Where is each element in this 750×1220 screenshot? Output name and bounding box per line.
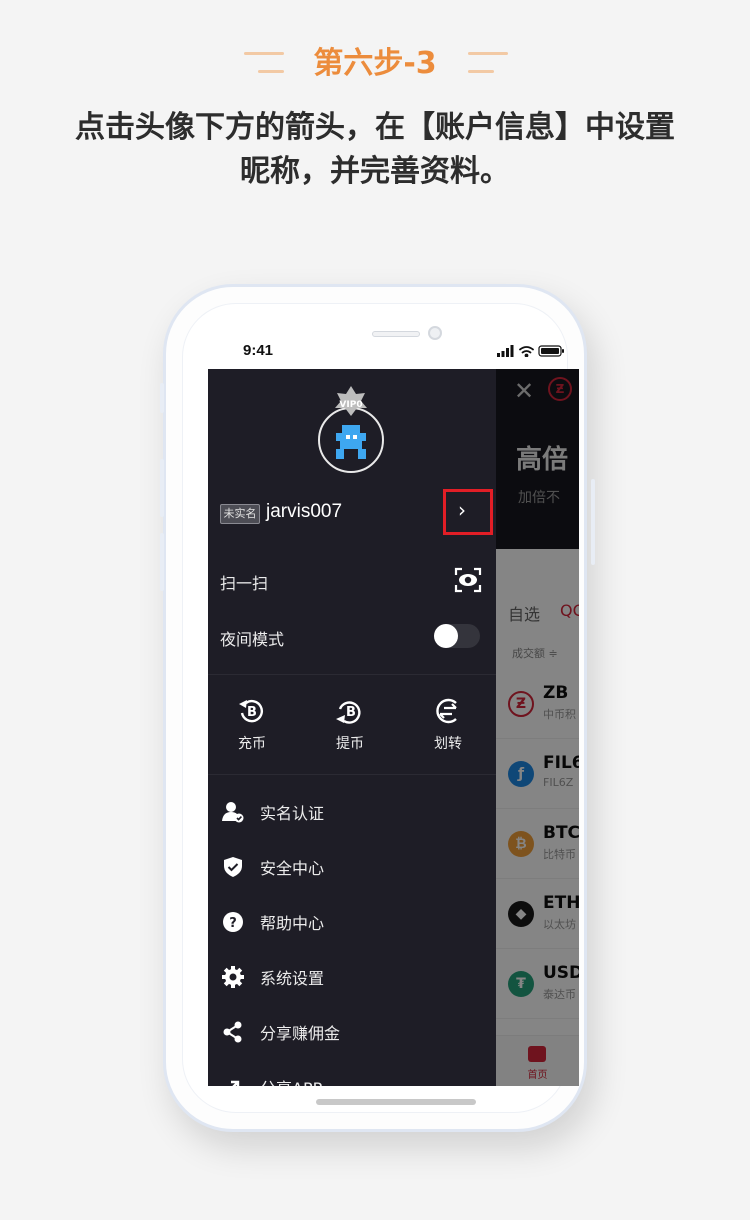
phone-volume-up-button [160,459,164,517]
svg-text:B: B [247,705,257,720]
phone-mute-button [160,383,164,413]
step-header: 第六步-3 [0,44,750,84]
withdraw-icon: B [336,701,361,724]
account-info-arrow-button[interactable]: › [443,489,493,535]
front-camera [428,326,442,340]
menu-item-label: 分享赚佣金 [260,1024,341,1043]
menu-item-label: 分享APP [260,1075,322,1086]
drawer-overlay[interactable] [496,369,579,1086]
night-mode-toggle[interactable] [434,624,480,648]
svg-text:B: B [346,705,356,720]
withdraw-label: 提币 [336,736,364,752]
status-time: 9:41 [243,342,274,359]
scan-row[interactable]: 扫一扫 [208,561,496,601]
step-title: 第六步-3 [313,46,437,81]
deposit-button[interactable]: B 充币 [212,695,292,759]
menu-item-label: 系统设置 [260,969,325,988]
deposit-icon: B [239,699,263,723]
divider [208,674,496,675]
menu-item-share-app[interactable]: 分享APP [208,1066,496,1086]
menu-item-security[interactable]: 安全中心 [208,846,496,886]
divider [208,774,496,775]
speaker-grille [372,331,420,337]
instructions: 点击头像下方的箭头，在【账户信息】中设置 昵称，并完善资料。 [40,106,710,194]
scan-label: 扫一扫 [220,574,269,593]
deposit-label: 充币 [238,736,266,752]
menu-item-label: 实名认证 [260,804,325,823]
shield-icon [224,857,242,877]
menu-item-id-verify[interactable]: 实名认证 [208,791,496,831]
svg-text:?: ? [229,916,237,931]
transfer-icon [436,698,457,724]
home-indicator[interactable] [316,1099,476,1105]
menu-item-settings[interactable]: 系统设置 [208,956,496,996]
wifi-icon [519,346,534,357]
vip-label: VIP0 [339,400,362,410]
app-screen: ✕ Ƶ 高倍 加倍不 自选 QC 成交额 ≑ Ƶ ZB 中币积 ƒ FIL6 F… [208,369,579,1086]
instruction-line-2: 昵称，并完善资料。 [240,154,510,189]
phone-bezel: 9:41 ✕ Ƶ 高倍 加倍不 自选 QC 成交额 ≑ Ƶ ZB 中币积 ƒ F… [182,303,579,1113]
phone-volume-down-button [160,533,164,591]
share-icon [223,1021,242,1043]
scan-eye-icon[interactable] [454,567,482,593]
night-mode-label: 夜间模式 [220,630,285,649]
share-app-icon [231,1080,240,1086]
help-icon: ? [223,912,243,932]
phone-power-button [591,479,595,565]
username: jarvis007 [266,501,343,522]
toggle-knob [434,624,458,648]
transfer-label: 划转 [434,736,462,752]
chevron-right-icon: › [458,498,466,522]
menu-item-label: 安全中心 [260,859,325,878]
status-icons [497,345,564,357]
verify-status-badge[interactable]: 未实名 [220,504,260,524]
underlying-app: ✕ Ƶ 高倍 加倍不 自选 QC 成交额 ≑ Ƶ ZB 中币积 ƒ FIL6 F… [496,369,579,1086]
battery-icon [538,345,564,357]
vip-badge-icon: VIP0 [335,386,367,416]
menu-item-help[interactable]: ? 帮助中心 [208,901,496,941]
signal-icon [497,345,514,357]
id-verify-icon [222,802,244,823]
menu-item-label: 帮助中心 [260,914,325,933]
transfer-button[interactable]: 划转 [408,695,488,759]
instruction-line-1: 点击头像下方的箭头，在【账户信息】中设置 [75,110,675,145]
side-drawer: VIP0 未实名 jarvis007 › 扫一扫 夜间模式 B 充币 B 提币 … [208,369,496,1086]
withdraw-button[interactable]: B 提币 [310,695,390,759]
avatar-robot-icon [336,425,366,459]
menu-item-share-commission[interactable]: 分享赚佣金 [208,1011,496,1051]
gear-icon [222,966,244,988]
night-mode-row: 夜间模式 [208,617,496,657]
phone-frame: 9:41 ✕ Ƶ 高倍 加倍不 自选 QC 成交额 ≑ Ƶ ZB 中币积 ƒ F… [160,284,595,1132]
